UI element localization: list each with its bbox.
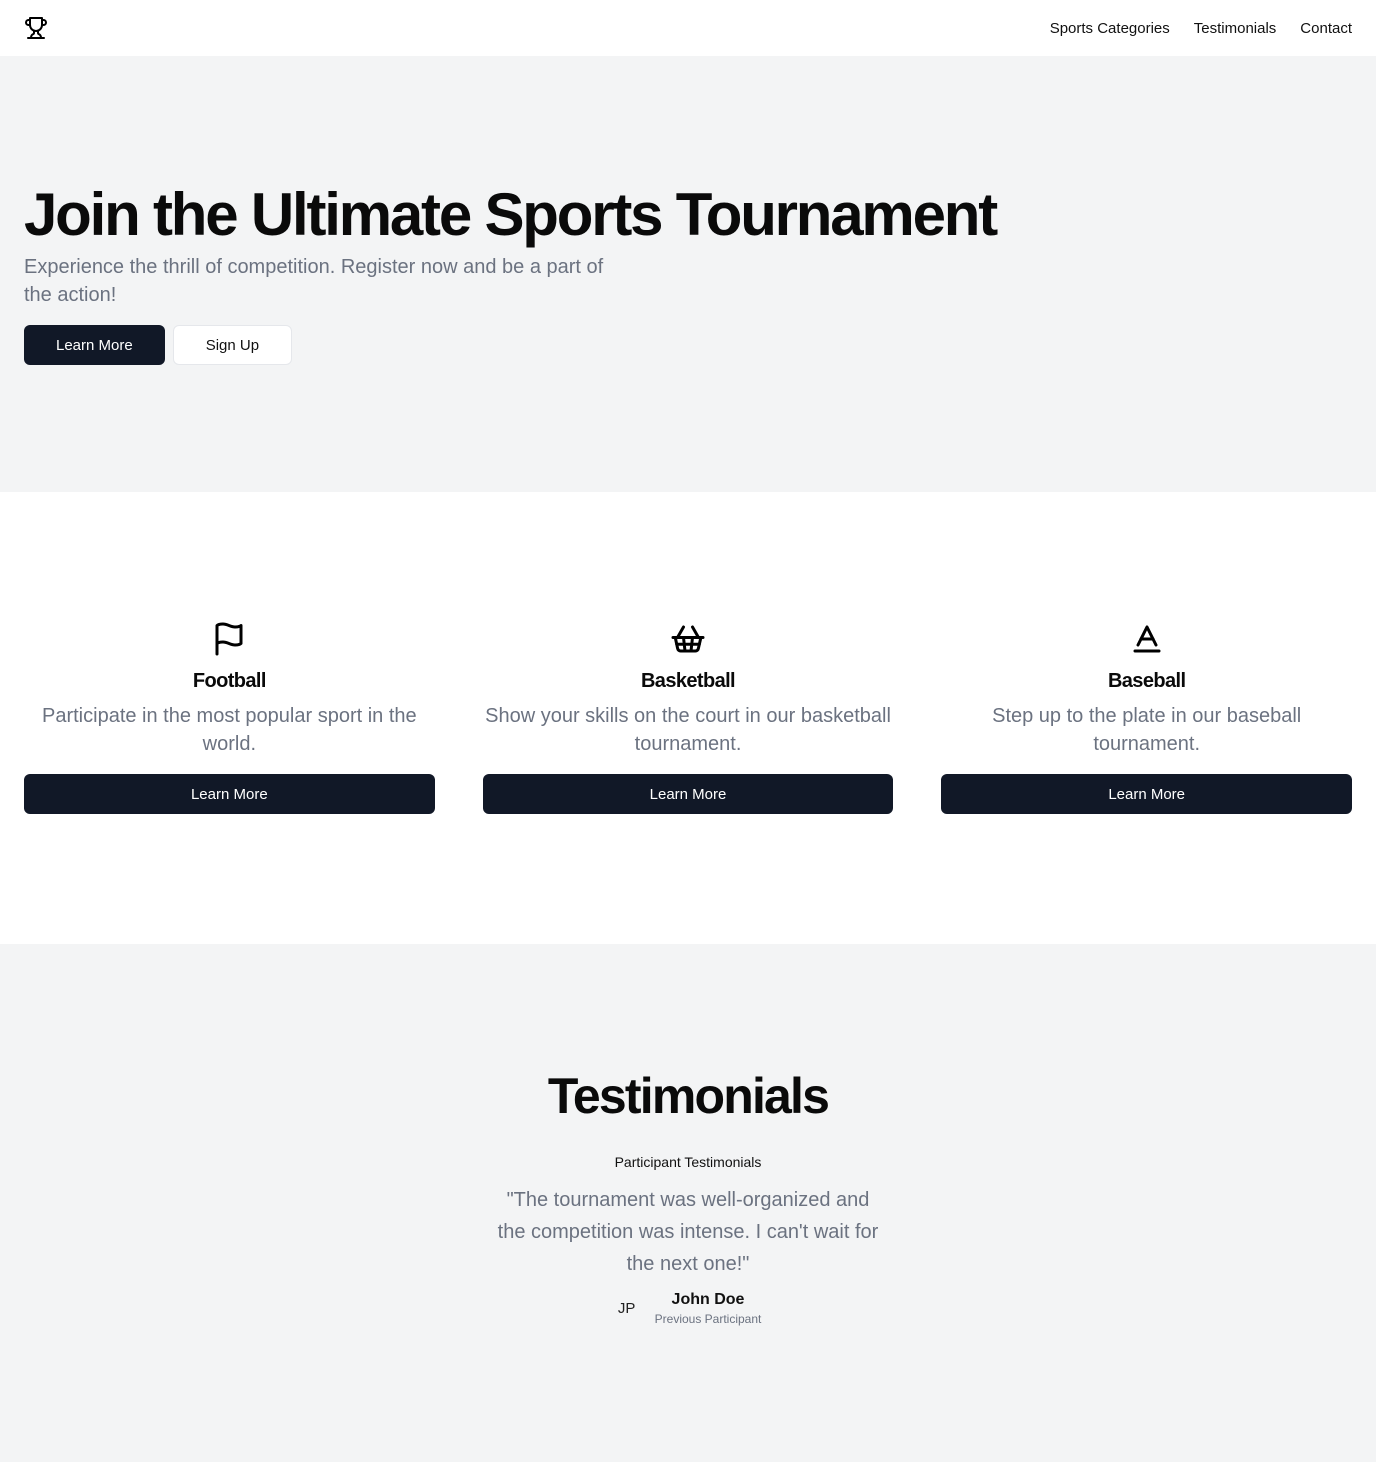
trophy-icon[interactable] bbox=[24, 16, 48, 40]
hero-title: Join the Ultimate Sports Tournament bbox=[24, 181, 998, 248]
football-learn-more-button[interactable]: Learn More bbox=[24, 774, 435, 814]
avatar: JP bbox=[617, 1299, 636, 1317]
hero-buttons: Learn More Sign Up bbox=[24, 325, 1352, 365]
sport-title: Baseball bbox=[1107, 670, 1186, 692]
sport-description: Show your skills on the court in our bas… bbox=[485, 705, 891, 755]
flag-icon bbox=[211, 620, 247, 658]
testimonials-section: Testimonials Participant Testimonials "T… bbox=[0, 944, 1376, 1462]
nav-sports-categories[interactable]: Sports Categories bbox=[1050, 20, 1170, 37]
testimonials-subtitle: Participant Testimonials bbox=[614, 1154, 762, 1170]
sport-card-baseball: Baseball Step up to the plate in our bas… bbox=[941, 620, 1353, 814]
hero-subtitle: Experience the thrill of competition. Re… bbox=[24, 256, 604, 306]
sport-description: Participate in the most popular sport in… bbox=[42, 705, 417, 755]
sign-up-button[interactable]: Sign Up bbox=[172, 325, 293, 365]
site-header: Sports Categories Testimonials Contact bbox=[0, 0, 1376, 56]
nav-contact[interactable]: Contact bbox=[1300, 20, 1352, 37]
testimonials-title: Testimonials bbox=[547, 1068, 830, 1124]
author-name: John Doe bbox=[671, 1291, 745, 1308]
sports-categories-section: Football Participate in the most popular… bbox=[0, 492, 1376, 944]
hero-section: Join the Ultimate Sports Tournament Expe… bbox=[0, 56, 1376, 492]
nav-testimonials[interactable]: Testimonials bbox=[1194, 20, 1277, 37]
sport-description: Step up to the plate in our baseball tou… bbox=[992, 705, 1302, 755]
author-role: Previous Participant bbox=[654, 1312, 762, 1326]
basket-icon bbox=[670, 620, 706, 658]
learn-more-button[interactable]: Learn More bbox=[24, 325, 165, 365]
testimonial-quote: "The tournament was well-organized and t… bbox=[497, 1189, 879, 1275]
sport-title: Basketball bbox=[640, 670, 736, 692]
sport-card-basketball: Basketball Show your skills on the court… bbox=[482, 620, 894, 814]
sport-card-football: Football Participate in the most popular… bbox=[24, 620, 435, 814]
main-nav: Sports Categories Testimonials Contact bbox=[1050, 20, 1352, 37]
baseline-a-icon bbox=[1129, 620, 1165, 658]
basketball-learn-more-button[interactable]: Learn More bbox=[482, 774, 894, 814]
sport-title: Football bbox=[192, 670, 267, 692]
author-info: John Doe Previous Participant bbox=[655, 1290, 762, 1326]
baseball-learn-more-button[interactable]: Learn More bbox=[941, 774, 1353, 814]
testimonial-author: JP John Doe Previous Participant bbox=[615, 1290, 762, 1326]
